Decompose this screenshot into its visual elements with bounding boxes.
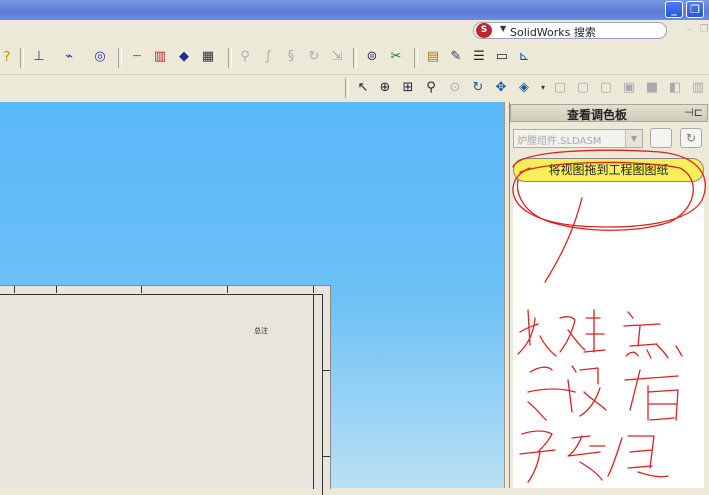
toolbar-view: ↖ ⊕ ⊞ ⚲ ⊙ ↻ ✥ ◈ ▾ ▢ ▢ ▢ ▣ ■ ◧ ▥: [0, 75, 709, 103]
surface-finish-icon[interactable]: ⌁: [60, 48, 78, 66]
sheet-right-line: [313, 294, 314, 489]
align-icon[interactable]: ⊾: [515, 48, 533, 66]
zone-tick: [322, 370, 330, 371]
shadows-icon[interactable]: ◧: [666, 79, 684, 97]
hidden-lines-visible-icon[interactable]: ▢: [574, 79, 592, 97]
centerline-icon[interactable]: ┈: [128, 48, 146, 66]
search-dropdown-icon[interactable]: ▼: [500, 24, 506, 33]
drag-views-button[interactable]: 将视图拖到工程图图纸: [513, 158, 704, 182]
toolbar-separator: [345, 78, 349, 98]
sketch-fillet-icon[interactable]: ⚲: [236, 48, 254, 66]
spline-icon[interactable]: ∫: [259, 48, 277, 66]
zone-tick: [56, 286, 57, 293]
sheet-note: 总注: [254, 327, 268, 335]
inner-restore-icon[interactable]: ❐: [698, 24, 709, 36]
toolbar-separator: [20, 48, 24, 68]
view-orientation-dropdown-icon[interactable]: ▾: [534, 79, 552, 97]
pane-title: 查看调色板: [567, 108, 628, 122]
curve-icon[interactable]: §: [282, 48, 300, 66]
layer-icon[interactable]: ✎: [447, 48, 465, 66]
explode-icon[interactable]: ✂: [387, 48, 405, 66]
pane-title-bar: 查看调色板 ⊣⊏: [510, 104, 708, 122]
pan-icon[interactable]: ✥: [492, 79, 510, 97]
search-text: SolidWorks 搜索: [510, 26, 596, 39]
toolbar-annotation: ? ⊥ ⌁ ◎ ┈ ▥ ◆ ▦ ⚲ ∫ § ↻ ⇲ ⊜ ✂ ▤ ✎ ☰ ▭ ⊾: [0, 42, 709, 75]
mate-icon[interactable]: ⊜: [363, 48, 381, 66]
datum-feature-icon[interactable]: ⊥: [30, 48, 48, 66]
help-icon[interactable]: ?: [0, 49, 16, 67]
zone-tick: [322, 456, 330, 457]
solidworks-search-box[interactable]: S ▼ SolidWorks 搜索: [473, 22, 667, 39]
document-select[interactable]: 炉膛组件.SLDASM ▼: [513, 129, 643, 148]
book-icon[interactable]: ◆: [175, 48, 193, 66]
line-thickness-icon[interactable]: ☰: [470, 48, 488, 66]
search-row: S ▼ SolidWorks 搜索 – ❐: [0, 20, 709, 42]
document-select-value: 炉膛组件.SLDASM: [517, 136, 602, 147]
zone-tick: [313, 286, 314, 293]
view-palette-pane: 查看调色板 ⊣⊏ 炉膛组件.SLDASM ▼ ↻ 将视图拖到工程图图纸: [509, 102, 709, 488]
toolbar-separator: [353, 48, 357, 68]
line-style-icon[interactable]: ▭: [493, 48, 511, 66]
zone-tick: [141, 286, 142, 293]
shaded-icon[interactable]: ■: [643, 79, 661, 97]
refresh-icon[interactable]: ↻: [680, 128, 702, 148]
zoom-selection-icon[interactable]: ⊙: [446, 79, 464, 97]
hidden-lines-removed-icon[interactable]: ▢: [597, 79, 615, 97]
zone-tick: [14, 286, 15, 293]
toolbar-separator: [414, 48, 418, 68]
window-title-bar: _ ❐: [0, 0, 709, 20]
zoom-area-icon[interactable]: ⊞: [399, 79, 417, 97]
sheet-border: [0, 294, 323, 495]
minimize-button[interactable]: _: [665, 1, 683, 18]
toolbar-separator: [118, 48, 122, 68]
table-icon[interactable]: ▦: [199, 48, 217, 66]
extend-icon[interactable]: ⇲: [328, 48, 346, 66]
weld-symbol-icon[interactable]: ◎: [91, 48, 109, 66]
rotate-view-icon[interactable]: ↻: [469, 79, 487, 97]
hatch-icon[interactable]: ▥: [151, 48, 169, 66]
restore-button[interactable]: ❐: [686, 1, 704, 18]
view-preview-area[interactable]: [513, 182, 704, 488]
shaded-with-edges-icon[interactable]: ▣: [620, 79, 638, 97]
select-icon[interactable]: ↖: [354, 79, 372, 97]
zoom-in-out-icon[interactable]: ⚲: [422, 79, 440, 97]
browse-button[interactable]: [650, 128, 672, 148]
zoom-fit-icon[interactable]: ⊕: [376, 79, 394, 97]
drawing-sheet[interactable]: 总注: [0, 285, 331, 495]
sheet-format-icon[interactable]: ▤: [424, 48, 442, 66]
view-orientation-icon[interactable]: ◈: [515, 79, 533, 97]
wireframe-icon[interactable]: ▢: [551, 79, 569, 97]
zone-tick: [227, 286, 228, 293]
inner-minimize-icon[interactable]: –: [683, 24, 695, 36]
solidworks-logo-icon[interactable]: S: [476, 23, 492, 38]
rotate-tool-icon[interactable]: ↻: [305, 48, 323, 66]
toolbar-separator: [228, 48, 232, 68]
chevron-down-icon[interactable]: ▼: [625, 130, 642, 147]
section-view-icon[interactable]: ▥: [689, 79, 707, 97]
pin-icon[interactable]: ⊣⊏: [684, 106, 703, 119]
